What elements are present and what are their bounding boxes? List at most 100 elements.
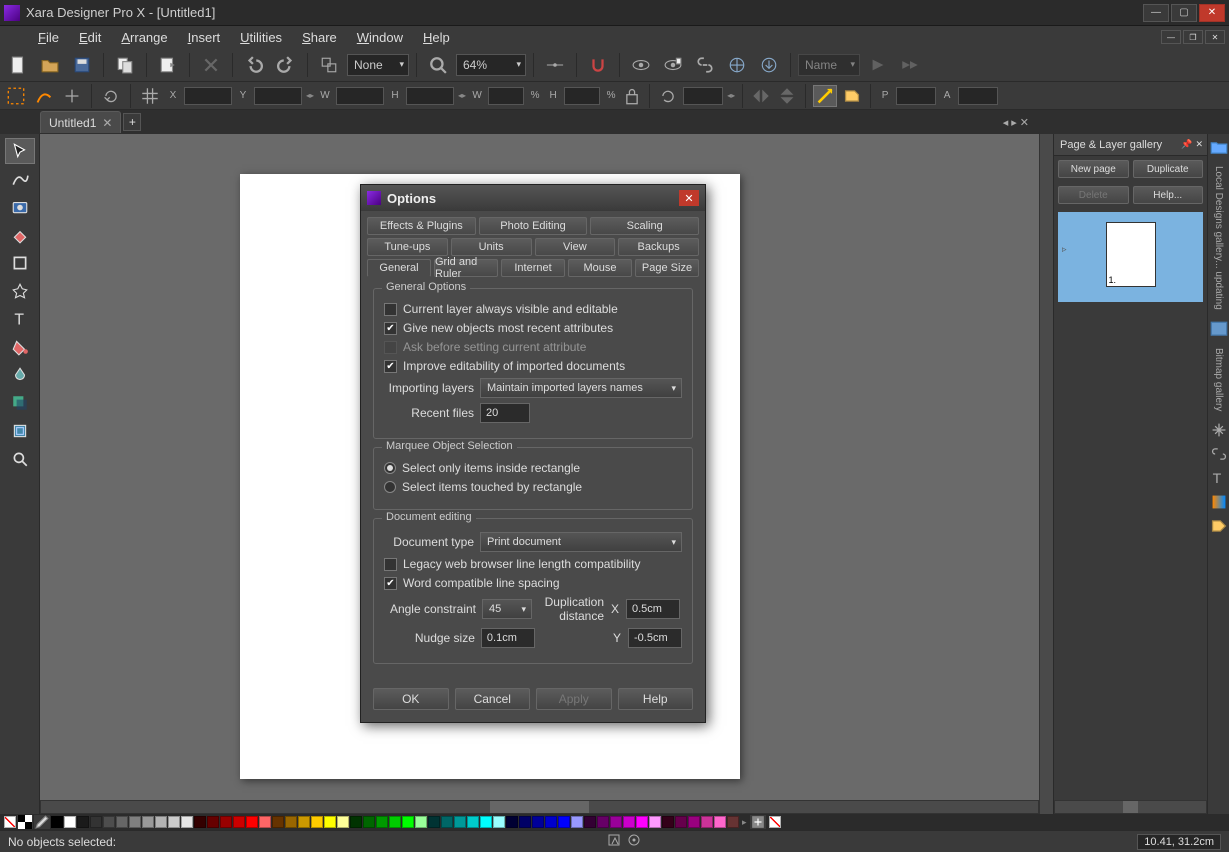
color-swatch[interactable] [350,816,362,828]
layer-visible-checkbox[interactable] [384,303,397,316]
close-tab-icon[interactable]: ✕ [102,116,112,130]
names-button[interactable] [841,85,863,107]
dialog-close-button[interactable]: ✕ [679,190,699,206]
color-swatch[interactable] [584,816,596,828]
color-swatch[interactable] [155,816,167,828]
menu-edit[interactable]: Edit [69,28,111,47]
page-thumbnail[interactable]: 1. [1106,222,1156,287]
color-swatch[interactable] [714,816,726,828]
delete-page-button[interactable]: Delete [1058,186,1129,204]
color-swatch[interactable] [116,816,128,828]
p-input[interactable] [896,87,936,105]
rotate-input-button[interactable] [657,85,679,107]
color-swatch[interactable] [233,816,245,828]
y-input[interactable] [254,87,302,105]
web-properties-button[interactable] [723,51,751,79]
tag-gallery-icon[interactable] [1210,517,1228,535]
color-swatch[interactable] [532,816,544,828]
color-swatch[interactable] [142,816,154,828]
tab-scaling[interactable]: Scaling [590,217,699,235]
tab-backups[interactable]: Backups [618,238,699,256]
duplicate-button[interactable]: Duplicate [1133,160,1204,178]
canvas-scrollbar-h[interactable] [40,800,1039,814]
color-swatch[interactable] [298,816,310,828]
save-button[interactable] [68,51,96,79]
tab-page-size[interactable]: Page Size [635,259,699,277]
flip-v-button[interactable] [776,85,798,107]
link-gallery-icon[interactable] [1210,445,1228,463]
goto-name-button[interactable] [864,51,892,79]
w-input[interactable] [336,87,384,105]
color-swatch[interactable] [324,816,336,828]
apply-button[interactable]: Apply [536,688,612,710]
color-swatch[interactable] [441,816,453,828]
color-swatch[interactable] [64,816,76,828]
photo-tool[interactable] [5,194,35,220]
zoom-tool[interactable] [5,446,35,472]
nudge-size-input[interactable] [481,628,535,648]
word-spacing-checkbox[interactable]: ✔ [384,577,397,590]
dialog-title-bar[interactable]: Options ✕ [361,185,705,211]
color-swatch[interactable] [454,816,466,828]
cancel-button[interactable]: Cancel [455,688,531,710]
color-swatch[interactable] [701,816,713,828]
importing-layers-select[interactable]: Maintain imported layers names [480,378,682,398]
color-picker-button[interactable] [34,815,50,829]
color-swatch[interactable] [610,816,622,828]
undo-button[interactable] [240,51,268,79]
freehand-tool[interactable] [5,166,35,192]
color-swatch[interactable] [428,816,440,828]
color-swatch[interactable] [311,816,323,828]
dup-x-input[interactable] [626,599,680,619]
x-input[interactable] [184,87,232,105]
color-swatch[interactable] [662,816,674,828]
folder-icon[interactable] [1210,138,1228,156]
pin-icon[interactable]: 📌 [1181,139,1192,150]
tab-close-icon[interactable]: ✕ [1020,116,1029,129]
color-swatch[interactable] [623,816,635,828]
preview-page-button[interactable] [659,51,687,79]
current-line-color-swatch[interactable] [769,816,781,828]
text-gallery-icon[interactable]: T [1210,469,1228,487]
color-swatch[interactable] [636,816,648,828]
new-file-button[interactable] [4,51,32,79]
color-swatch[interactable] [545,816,557,828]
expand-icon[interactable]: ▹ [1062,244,1067,255]
shadow-tool[interactable] [5,390,35,416]
mdi-restore-button[interactable]: ❐ [1183,30,1203,44]
live-drag-icon[interactable] [607,833,621,850]
close-button[interactable]: ✕ [1199,4,1225,22]
color-swatch[interactable] [272,816,284,828]
document-tab[interactable]: Untitled1 ✕ [40,111,121,133]
color-swatch[interactable] [688,816,700,828]
zoom-dropdown[interactable]: 64% [456,54,526,76]
group-button[interactable] [315,51,343,79]
color-swatch[interactable] [376,816,388,828]
shape-edit-button[interactable] [32,84,56,108]
a-input[interactable] [958,87,998,105]
export-button[interactable] [154,51,182,79]
color-swatch[interactable] [181,816,193,828]
rotate-mode-button[interactable] [99,84,123,108]
zoom-tool-icon[interactable] [424,51,452,79]
improve-import-checkbox[interactable]: ✔ [384,360,397,373]
color-swatch[interactable] [402,816,414,828]
menu-help[interactable]: Help [413,28,460,47]
color-swatch[interactable] [467,816,479,828]
color-swatch[interactable] [649,816,661,828]
export-web-button[interactable] [755,51,783,79]
erase-tool[interactable] [5,222,35,248]
menu-share[interactable]: Share [292,28,347,47]
slider-icon[interactable] [541,51,569,79]
add-tab-button[interactable]: + [123,113,141,131]
menu-arrange[interactable]: Arrange [111,28,177,47]
new-color-button[interactable] [750,815,766,829]
marquee-touched-radio[interactable] [384,481,396,493]
apply-name-button[interactable] [896,51,924,79]
menu-window[interactable]: Window [347,28,413,47]
color-editor-button[interactable] [17,815,33,829]
color-swatch[interactable] [77,816,89,828]
color-swatch[interactable] [506,816,518,828]
color-swatch[interactable] [90,816,102,828]
h-pct-input[interactable] [564,87,600,105]
